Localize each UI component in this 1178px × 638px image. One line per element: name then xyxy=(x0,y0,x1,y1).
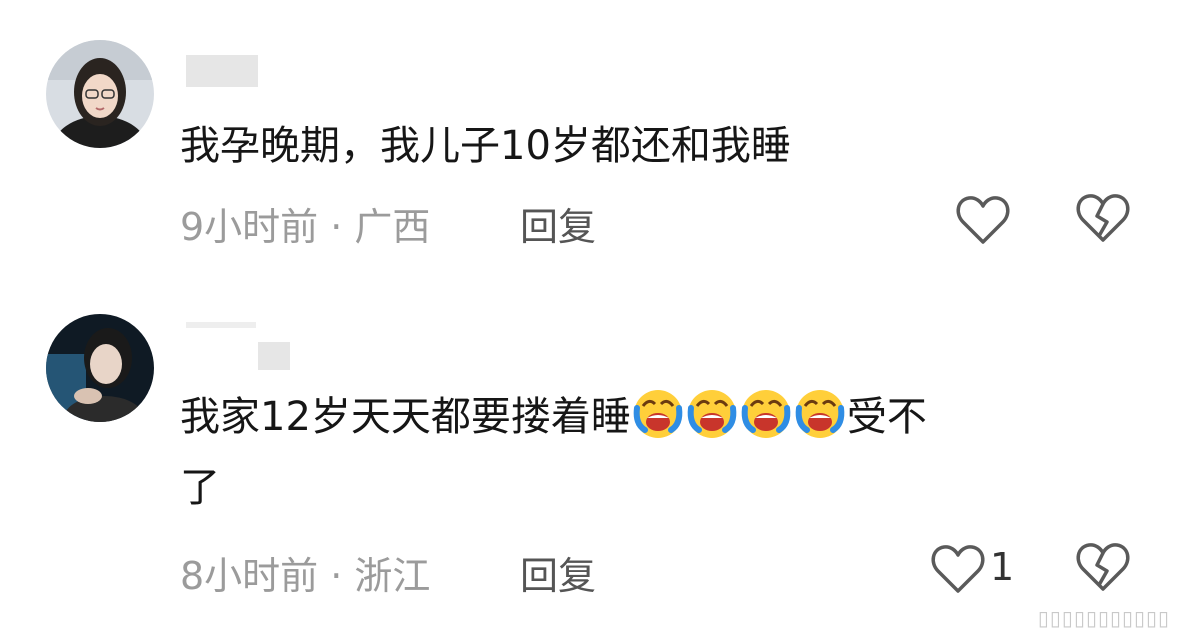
like-button[interactable] xyxy=(930,541,986,597)
comment-time-location: 9小时前 · 广西 xyxy=(180,205,431,249)
comment-text: 我孕晚期，我儿子10岁都还和我睡 xyxy=(180,123,791,169)
avatar-image xyxy=(46,40,154,148)
laughing-tears-emoji xyxy=(687,390,737,438)
emoji-group xyxy=(631,390,847,440)
broken-heart-icon xyxy=(1076,194,1130,242)
watermark-blurred: ▯▯▯▯▯▯▯▯▯▯▯ xyxy=(1037,606,1170,630)
comment-text-line1: 我家12岁天天都要搂着睡 xyxy=(180,394,631,440)
username-blurred[interactable] xyxy=(258,342,290,370)
reply-button[interactable]: 回复 xyxy=(520,196,596,251)
broken-heart-icon xyxy=(1076,543,1130,591)
avatar[interactable] xyxy=(46,314,154,422)
username-blurred[interactable] xyxy=(186,55,258,87)
comment-time-location: 8小时前 · 浙江 xyxy=(180,554,431,598)
heart-outline-icon xyxy=(956,196,1010,244)
laughing-tears-emoji xyxy=(795,390,845,438)
comment-text-after-emoji: 受不 xyxy=(846,394,927,440)
comment-text: 我家12岁天天都要搂着睡 受不 xyxy=(180,386,927,447)
username-blurred-top xyxy=(186,322,256,328)
avatar[interactable] xyxy=(46,40,154,148)
like-button[interactable] xyxy=(955,192,1011,248)
heart-outline-icon xyxy=(931,545,985,593)
dislike-button[interactable] xyxy=(1075,192,1131,248)
dislike-button[interactable] xyxy=(1075,541,1131,597)
avatar-image xyxy=(46,314,154,422)
laughing-tears-emoji xyxy=(741,390,791,438)
like-count: 1 xyxy=(990,545,1015,589)
reply-button[interactable]: 回复 xyxy=(520,545,596,600)
comment-text-line2: 了 xyxy=(180,465,220,511)
laughing-tears-emoji xyxy=(633,390,683,438)
